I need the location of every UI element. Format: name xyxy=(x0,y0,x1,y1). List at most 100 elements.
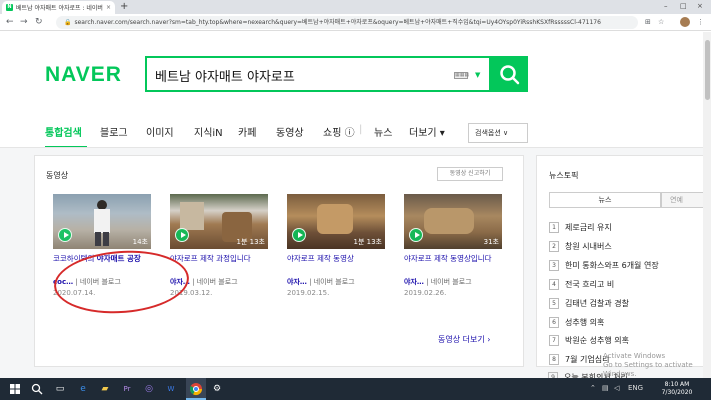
video-title[interactable]: 야자로프 제작 동영상입니다 xyxy=(404,253,502,275)
play-icon xyxy=(409,228,423,242)
word-icon[interactable]: W xyxy=(164,382,178,396)
tab-blog[interactable]: 블로그 xyxy=(100,124,128,139)
tab-video[interactable]: 동영상 xyxy=(276,124,304,139)
news-topic-item[interactable]: 1 제로금리 유지 xyxy=(549,220,612,234)
topic-text: 전국 흐리고 비 xyxy=(565,279,615,289)
video-duration: 14초 xyxy=(132,238,148,246)
autocomplete-caret-icon[interactable]: ▼ xyxy=(475,71,480,79)
tab-divider: | xyxy=(359,124,363,135)
channel-name[interactable]: 야자… xyxy=(287,278,307,286)
news-tab[interactable]: 뉴스 xyxy=(549,192,661,208)
viber-icon[interactable]: ◎ xyxy=(142,382,156,396)
maximize-icon[interactable]: □ xyxy=(680,1,687,12)
tab-news[interactable]: 뉴스 xyxy=(374,124,392,139)
tab-kin[interactable]: 지식iN xyxy=(194,124,223,139)
windows-start-icon[interactable] xyxy=(8,382,22,396)
browser-tab-strip: N 베트남 야자매트 야자로프 : 네이버 통합검색 × + – □ × xyxy=(0,0,711,14)
back-icon[interactable]: ← xyxy=(6,16,14,28)
report-video-button[interactable]: 동영상 신고하기 xyxy=(437,167,503,181)
topic-text: 박원순 성추행 의혹 xyxy=(565,335,629,345)
news-topic-item[interactable]: 4 전국 흐리고 비 xyxy=(549,277,614,291)
close-window-icon[interactable]: × xyxy=(697,1,703,12)
taskbar-clock[interactable]: 8:10 AM 7/30/2020 xyxy=(652,381,702,397)
chrome-menu-icon[interactable]: ⋮ xyxy=(697,17,704,28)
premiere-icon[interactable]: Pr xyxy=(120,382,134,396)
watermark-line: Go to Settings to activate Windows. xyxy=(603,361,693,378)
topic-text: 제로금리 유지 xyxy=(565,222,612,232)
forward-icon[interactable]: → xyxy=(20,16,28,28)
video-duration: 1분 13초 xyxy=(236,238,265,246)
language-indicator[interactable]: ENG xyxy=(628,384,643,392)
close-tab-icon[interactable]: × xyxy=(106,4,111,11)
video-thumbnail[interactable]: 1분 13초 xyxy=(170,194,268,249)
network-icon[interactable]: ▤ xyxy=(602,384,609,392)
video-date: 2019.02.26. xyxy=(404,289,447,297)
tab-all[interactable]: 통합검색 xyxy=(45,124,82,139)
search-options-button[interactable]: 검색옵션 ∨ xyxy=(468,123,528,143)
video-thumbnail[interactable]: 1분 13초 xyxy=(287,194,385,249)
scrollbar-thumb[interactable] xyxy=(705,40,710,100)
video-meta: 야자… | 네이버 블로그 xyxy=(287,278,355,286)
tab-more[interactable]: 더보기 ▾ xyxy=(409,124,445,139)
rank-number: 8 xyxy=(549,353,559,365)
minimize-icon[interactable]: – xyxy=(664,1,668,12)
video-item[interactable]: 31초 야자로프 제작 동영상입니다 야자… | 네이버 블로그 2019.02… xyxy=(404,194,502,297)
translate-icon[interactable]: ⊞ xyxy=(645,17,651,28)
video-date: 2019.02.15. xyxy=(287,289,330,297)
edge-icon[interactable]: e xyxy=(76,382,90,396)
video-title[interactable]: 야자로프 제작 동영상 xyxy=(287,253,385,275)
tab-shopping[interactable]: 쇼핑 ⓘ xyxy=(323,124,355,139)
keyboard-icon[interactable]: ▦▦▦ xyxy=(454,72,469,79)
volume-icon[interactable]: ◁ xyxy=(614,384,619,392)
rank-number: 2 xyxy=(549,240,559,252)
video-date: 2019.03.12. xyxy=(170,289,213,297)
topic-text: 한미 통화스와프 6개월 연장 xyxy=(565,260,659,270)
windows-taskbar: ▭ e ▰ Pr ◎ W ⚙ ⌃ ▤ ◁ ENG 8:10 AM 7/30/20… xyxy=(0,378,711,400)
news-topic-item[interactable]: 5 김태년 검찰과 경찰 xyxy=(549,296,629,310)
search-icon xyxy=(500,65,520,85)
news-topic-item[interactable]: 3 한미 통화스와프 6개월 연장 xyxy=(549,258,659,272)
bookmark-star-icon[interactable]: ☆ xyxy=(658,17,664,28)
rank-number: 1 xyxy=(549,221,559,233)
video-thumbnail[interactable]: 14초 xyxy=(53,194,151,249)
profile-avatar[interactable] xyxy=(680,17,690,27)
news-topic-item[interactable]: 6 성추행 의혹 xyxy=(549,315,604,329)
news-topic-panel: 뉴스토픽 뉴스 연예 1 제로금리 유지 2 창원 시내버스 3 한미 통화스와프 6… xyxy=(536,155,711,367)
search-button[interactable] xyxy=(491,56,528,92)
rank-number: 5 xyxy=(549,297,559,309)
news-topic-item[interactable]: 2 창원 시내버스 xyxy=(549,239,612,253)
naver-logo[interactable]: NAVER xyxy=(45,63,122,87)
tab-image[interactable]: 이미지 xyxy=(146,124,174,139)
search-query-text: 베트남 야자매트 야자로프 xyxy=(155,70,295,85)
task-view-icon[interactable]: ▭ xyxy=(53,382,67,396)
video-title-highlight: 야자로프 제작 동영상 xyxy=(287,254,354,263)
video-item[interactable]: 1분 13초 야자로프 제작 동영상 야자… | 네이버 블로그 2019.02… xyxy=(287,194,385,297)
news-topic-item[interactable]: 7 박원순 성추행 의혹 xyxy=(549,333,629,347)
naver-favicon-icon: N xyxy=(6,4,13,11)
rank-number: 6 xyxy=(549,316,559,328)
url-input[interactable]: 🔒 search.naver.com/search.naver?sm=tab_ht… xyxy=(56,16,638,29)
video-title-highlight: 야자로프 제작 과정입니다 xyxy=(170,254,251,263)
browser-tab-title: 베트남 야자매트 야자로프 : 네이버 통합검색 xyxy=(16,5,104,12)
video-duration: 31초 xyxy=(483,238,499,246)
video-thumbnail[interactable]: 31초 xyxy=(404,194,502,249)
tab-cafe[interactable]: 카페 xyxy=(238,124,256,139)
search-icon[interactable] xyxy=(30,382,44,396)
new-tab-button[interactable]: + xyxy=(120,1,128,13)
news-topic-title: 뉴스토픽 xyxy=(549,171,579,180)
settings-gear-icon[interactable]: ⚙ xyxy=(210,382,224,396)
news-topic-item[interactable]: 8 7월 기업심리 xyxy=(549,352,609,366)
clock-time: 8:10 AM xyxy=(664,381,690,388)
channel-name[interactable]: 야자… xyxy=(404,278,424,286)
chrome-icon[interactable] xyxy=(189,382,203,396)
clock-date: 7/30/2020 xyxy=(661,389,693,396)
reload-icon[interactable]: ↻ xyxy=(35,16,43,28)
play-icon xyxy=(58,228,72,242)
topic-text: 김태년 검찰과 경찰 xyxy=(565,298,629,308)
search-input[interactable]: 베트남 야자매트 야자로프 ▦▦▦ ▼ xyxy=(145,56,491,92)
more-videos-link[interactable]: 동영상 더보기 › xyxy=(438,334,490,345)
file-explorer-icon[interactable]: ▰ xyxy=(98,382,112,396)
browser-tab[interactable]: N 베트남 야자매트 야자로프 : 네이버 통합검색 × xyxy=(2,1,115,14)
tray-chevron-icon[interactable]: ⌃ xyxy=(590,384,596,392)
play-icon xyxy=(175,228,189,242)
